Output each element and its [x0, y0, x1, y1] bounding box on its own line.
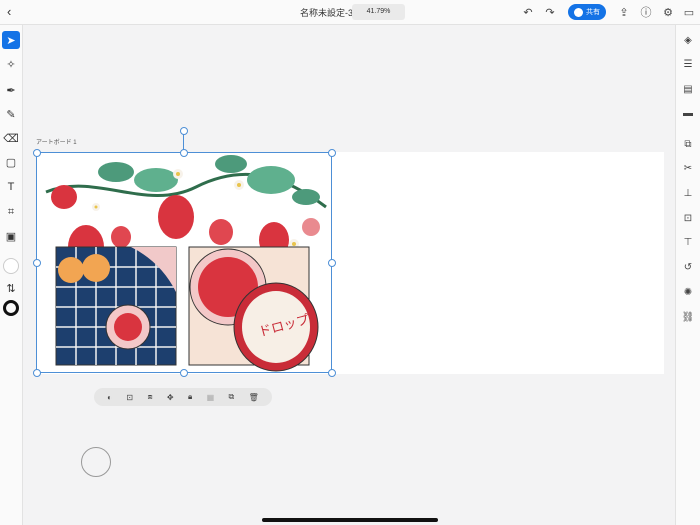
- shape-icon[interactable]: ▢: [2, 153, 20, 171]
- delete-icon[interactable]: 🗑︎: [249, 393, 259, 402]
- repeat-icon[interactable]: ✂: [679, 159, 697, 177]
- export-icon[interactable]: ⇪: [616, 3, 632, 21]
- text-icon[interactable]: T: [2, 178, 20, 196]
- resize-handle-bottom-right[interactable]: [328, 369, 336, 377]
- mask-icon[interactable]: ◐: [107, 393, 112, 402]
- share-label: 共有: [586, 9, 600, 16]
- swap-icon[interactable]: ⇅: [2, 279, 20, 297]
- document-title[interactable]: 名称未設定-3: [300, 6, 353, 19]
- path-icon[interactable]: ⊤: [679, 233, 697, 251]
- resize-handle-top-right[interactable]: [328, 149, 336, 157]
- chevron-left-icon[interactable]: ‹: [7, 4, 11, 19]
- duplicate-disabled-icon: ▦: [206, 392, 215, 402]
- resize-handle-bottom-left[interactable]: [33, 369, 41, 377]
- crop-icon[interactable]: ⌗: [2, 203, 20, 221]
- lock-icon[interactable]: 🔒︎: [188, 392, 192, 402]
- move-icon[interactable]: ✥: [167, 393, 174, 402]
- settings-icon[interactable]: ⚙: [660, 3, 676, 21]
- resize-handle-left[interactable]: [33, 259, 41, 267]
- top-bar: ‹ 名称未設定-3 41.79% ↶ ↷ 共有 ⇪ ⓘ ⚙ ▭: [0, 0, 700, 25]
- resize-handle-top[interactable]: [180, 149, 188, 157]
- home-indicator: [262, 518, 438, 522]
- resize-icon[interactable]: ⊡: [126, 393, 133, 402]
- effects-icon[interactable]: ✺: [679, 283, 697, 301]
- artboard-label[interactable]: アートボード 1: [36, 137, 77, 146]
- eraser-icon[interactable]: ⌫: [2, 129, 20, 147]
- properties-icon[interactable]: ☰: [679, 55, 697, 73]
- right-toolbar: ◈ ☰ ▤ ▬ ⧉ ✂ ⊥ ⊡ ⊤ ↺ ✺ ⛓: [675, 25, 700, 525]
- transform-icon[interactable]: ⊡: [679, 209, 697, 227]
- touch-cursor: [81, 447, 111, 477]
- magic-wand-icon[interactable]: ✧: [2, 55, 20, 73]
- select-icon[interactable]: ➤: [2, 31, 20, 49]
- link-icon[interactable]: ⛓: [679, 308, 697, 326]
- share-button[interactable]: 共有: [568, 4, 606, 20]
- comments-icon[interactable]: ▬: [679, 104, 697, 122]
- resize-handle-right[interactable]: [328, 259, 336, 267]
- undo-icon[interactable]: ↶: [520, 3, 536, 21]
- zoom-level[interactable]: 41.79%: [352, 4, 405, 20]
- align-icon[interactable]: ⊥: [679, 184, 697, 202]
- rotate-stem: [183, 133, 184, 150]
- stroke-color-icon[interactable]: [2, 299, 20, 317]
- arrange-icon[interactable]: ⧉: [679, 135, 697, 153]
- distort-icon[interactable]: ↺: [679, 258, 697, 276]
- copy-icon[interactable]: ⧉: [229, 392, 235, 402]
- libraries-icon[interactable]: ▤: [679, 80, 697, 98]
- user-avatar-icon: [574, 7, 583, 17]
- rotate-handle[interactable]: [180, 127, 188, 135]
- image-icon[interactable]: ▣: [2, 227, 20, 245]
- resize-handle-top-left[interactable]: [33, 149, 41, 157]
- present-icon[interactable]: ▭: [681, 3, 697, 21]
- left-toolbar: ➤ ✧ ✒ ✎ ⌫ ▢ T ⌗ ▣ ⇅: [0, 25, 23, 525]
- brush-icon[interactable]: ✎: [2, 105, 20, 123]
- context-action-bar: ◐ ⊡ ⧈ ✥ 🔒︎ ▦ ⧉ 🗑︎: [94, 388, 272, 406]
- pen-icon[interactable]: ✒: [2, 81, 20, 99]
- selection-box[interactable]: [36, 152, 332, 373]
- help-icon[interactable]: ⓘ: [638, 3, 654, 21]
- fill-color-icon[interactable]: [2, 257, 20, 275]
- redo-icon[interactable]: ↷: [542, 3, 558, 21]
- group-icon[interactable]: ⧈: [147, 392, 152, 402]
- layers-icon[interactable]: ◈: [679, 31, 697, 49]
- resize-handle-bottom[interactable]: [180, 369, 188, 377]
